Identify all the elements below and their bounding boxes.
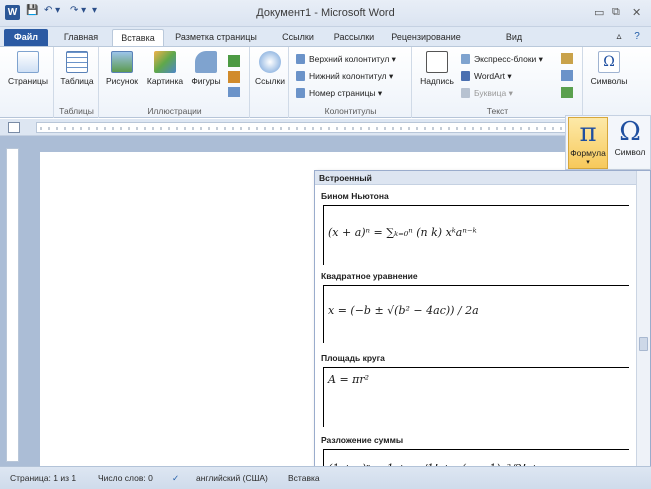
quick-parts-button[interactable]: Экспресс-блоки ▾ (461, 52, 543, 66)
links-icon (259, 51, 281, 73)
ruler-ticks (40, 127, 562, 130)
horizontal-ruler[interactable] (36, 122, 566, 133)
clipart-button[interactable]: Картинка (144, 51, 186, 86)
wordart-button[interactable]: WordArt ▾ (461, 69, 512, 83)
group-label-tables: Таблицы (59, 106, 94, 116)
table-button[interactable]: Таблица (57, 51, 97, 86)
insert-mode-indicator[interactable]: Вставка (288, 473, 320, 483)
equation-title-quadratic: Квадратное уравнение (321, 271, 418, 281)
tab-review[interactable]: Рецензирование (386, 29, 466, 47)
group-links: Ссылки (251, 47, 289, 118)
tab-selector-icon[interactable] (8, 122, 20, 133)
links-button[interactable]: Ссылки (253, 51, 287, 86)
signature-line-icon[interactable] (561, 53, 573, 64)
wordart-icon (461, 71, 470, 81)
formula-label: Формула (570, 148, 606, 158)
pages-icon (17, 51, 39, 73)
equation-quadratic: x = (−b ± √(b² − 4ac)) / 2a (328, 304, 479, 317)
symbols-button[interactable]: Ω Символы (588, 51, 630, 86)
minimize-button[interactable]: ▭ (594, 6, 604, 19)
equation-binomial: (x + a)ⁿ = ∑ₖ₌₀ⁿ (n k) xᵏaⁿ⁻ᵏ (328, 226, 477, 239)
textbox-button[interactable]: Надпись (417, 51, 457, 86)
symbol-label: Символ (614, 147, 646, 157)
page-number-button[interactable]: Номер страницы ▾ (296, 86, 382, 100)
equation-item-quadratic[interactable]: x = (−b ± √(b² − 4ac)) / 2a (323, 285, 629, 343)
picture-icon (111, 51, 133, 73)
equation-symbol-group: π Формула ▾ Ω Символ (565, 115, 651, 170)
tab-references[interactable]: Ссылки (276, 29, 320, 47)
group-tables: Таблица Таблицы (55, 47, 99, 118)
window-title: Документ1 - Microsoft Word (256, 7, 395, 19)
close-button[interactable]: ✕ (632, 6, 641, 19)
quick-parts-icon (461, 54, 470, 64)
equation-title-binomial: Бином Ньютона (321, 191, 389, 201)
proofing-icon[interactable]: ✓ (172, 473, 179, 484)
table-icon (66, 51, 88, 73)
tab-insert[interactable]: Вставка (112, 29, 164, 47)
formula-button[interactable]: π Формула ▾ (568, 117, 608, 169)
ribbon-tabs: Файл Главная Вставка Разметка страницы С… (0, 27, 651, 47)
gallery-header: Встроенный (315, 171, 637, 185)
horizontal-ruler-bar (0, 119, 651, 136)
word-count[interactable]: Число слов: 0 (98, 473, 153, 483)
omega-large-icon: Ω (619, 117, 641, 147)
equation-circle-area: A = πr² (328, 373, 370, 386)
omega-icon: Ω (598, 51, 620, 73)
pi-icon: π (579, 118, 597, 148)
equation-title-sum-expansion: Разложение суммы (321, 435, 404, 445)
header-button[interactable]: Верхний колонтитул ▾ (296, 52, 396, 66)
equation-gallery: Встроенный Бином Ньютона (x + a)ⁿ = ∑ₖ₌₀… (314, 170, 651, 489)
group-label-headers: Колонтитулы (324, 106, 377, 116)
language-indicator[interactable]: английский (США) (196, 473, 268, 483)
tab-view[interactable]: Вид (494, 29, 534, 47)
group-illustrations: Рисунок Картинка Фигуры Иллюстрации (100, 47, 250, 118)
pages-button[interactable]: Страницы (4, 51, 52, 86)
group-label-illustrations: Иллюстрации (147, 106, 202, 116)
equation-item-circle-area[interactable]: A = πr² (323, 367, 629, 427)
clipart-icon (154, 51, 176, 73)
footer-icon (296, 71, 305, 81)
group-label-text: Текст (486, 106, 509, 116)
chart-icon[interactable] (228, 71, 240, 83)
equation-title-circle-area: Площадь круга (321, 353, 385, 363)
gallery-scrollbar[interactable] (636, 171, 650, 488)
page-number-icon (296, 88, 305, 98)
dropcap-button[interactable]: Буквица ▾ (461, 86, 513, 100)
object-icon[interactable] (561, 87, 573, 98)
equation-item-binomial[interactable]: (x + a)ⁿ = ∑ₖ₌₀ⁿ (n k) xᵏaⁿ⁻ᵏ (323, 205, 629, 265)
page-count[interactable]: Страница: 1 из 1 (10, 473, 76, 483)
group-symbols: Ω Символы (584, 47, 632, 118)
ribbon: Страницы Таблица Таблицы Рисунок Картинк… (0, 46, 651, 118)
shapes-icon (195, 51, 217, 73)
status-bar: Страница: 1 из 1 Число слов: 0 ✓ английс… (0, 466, 651, 489)
shapes-button[interactable]: Фигуры (188, 51, 224, 86)
title-bar: W 💾 ↶ ▾ ↷ ▾ ▾ Документ1 - Microsoft Word… (0, 0, 651, 27)
footer-button[interactable]: Нижний колонтитул ▾ (296, 69, 393, 83)
formula-dropdown-icon: ▾ (586, 159, 590, 166)
help-icon[interactable]: ? (630, 29, 644, 47)
dropcap-icon (461, 88, 470, 98)
group-header-footer: Верхний колонтитул ▾ Нижний колонтитул ▾… (290, 47, 412, 118)
header-icon (296, 54, 305, 64)
picture-button[interactable]: Рисунок (104, 51, 140, 86)
tab-page-layout[interactable]: Разметка страницы (170, 29, 262, 47)
tab-home[interactable]: Главная (56, 29, 106, 47)
group-text: Надпись Экспресс-блоки ▾ WordArt ▾ Букви… (413, 47, 583, 118)
restore-button[interactable]: ⧉ (612, 6, 620, 19)
screenshot-icon[interactable] (228, 87, 240, 97)
vertical-ruler[interactable] (6, 148, 19, 462)
tab-file[interactable]: Файл (4, 29, 48, 47)
ruler-tick-group (40, 127, 562, 130)
group-pages: Страницы (2, 47, 54, 118)
symbol-button[interactable]: Ω Символ (610, 117, 650, 169)
smartart-icon[interactable] (228, 55, 240, 67)
textbox-icon (426, 51, 448, 73)
gallery-scroll-thumb[interactable] (639, 337, 648, 351)
tab-mailings[interactable]: Рассылки (328, 29, 380, 47)
date-time-icon[interactable] (561, 70, 573, 81)
collapse-ribbon-icon[interactable]: ▵ (614, 29, 624, 47)
